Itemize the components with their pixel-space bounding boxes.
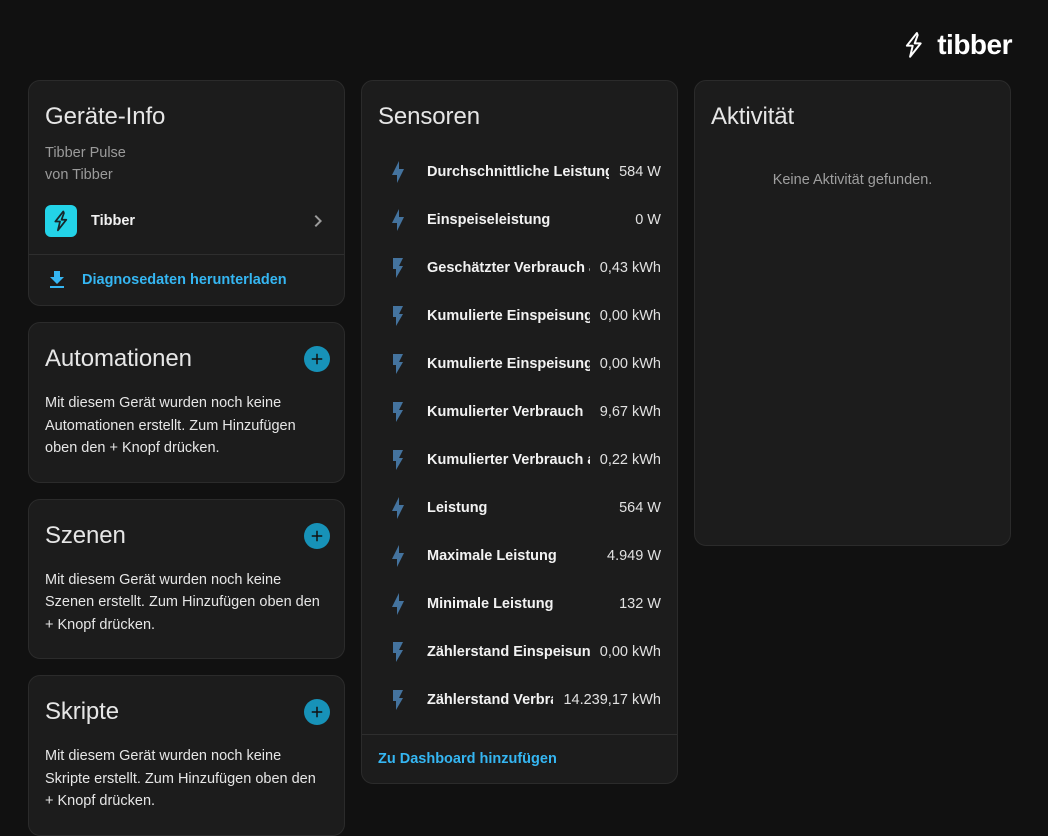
tibber-integration-icon [45, 205, 77, 237]
scripts-empty-text: Mit diesem Gerät wurden noch keine Skrip… [29, 737, 344, 835]
sensor-row[interactable]: Kumulierte Einspeisung l… 0,00 kWh [362, 340, 677, 388]
device-info-title: Geräte-Info [29, 81, 344, 142]
sensor-value: 4.949 W [607, 548, 661, 564]
flash-icon [378, 296, 418, 336]
sensor-value: 584 W [619, 164, 661, 180]
sensor-value: 14.239,17 kWh [563, 692, 661, 708]
flash-icon [378, 440, 418, 480]
scripts-title: Skripte [29, 676, 304, 737]
lightning-bolt-icon [378, 152, 418, 192]
sensors-card: Sensoren Durchschnittliche Leistung 584 W… [361, 80, 678, 784]
activity-empty-text: Keine Aktivität gefunden. [695, 172, 1010, 188]
lightning-bolt-icon [378, 536, 418, 576]
plus-icon [308, 703, 326, 721]
device-manufacturer: von Tibber [29, 164, 344, 186]
add-automation-button[interactable] [304, 346, 330, 372]
sensor-row[interactable]: Kumulierte Einspeisung 0,00 kWh [362, 292, 677, 340]
flash-icon [378, 248, 418, 288]
scripts-card: Skripte Mit diesem Gerät wurden noch kei… [28, 675, 345, 836]
automations-title: Automationen [29, 323, 304, 384]
plus-icon [308, 527, 326, 545]
device-info-card: Geräte-Info Tibber Pulse von Tibber Tibb… [28, 80, 345, 306]
sensor-name: Kumulierter Verbrauch a… [427, 452, 590, 468]
tibber-wordmark: tibber [937, 31, 1012, 59]
sensor-name: Zählerstand Einspeisung [427, 644, 590, 660]
sensor-name: Kumulierte Einspeisung [427, 308, 590, 324]
sensor-value: 0,00 kWh [600, 356, 661, 372]
device-model: Tibber Pulse [29, 142, 344, 164]
flash-icon [378, 344, 418, 384]
sensor-list: Durchschnittliche Leistung 584 W Einspeise… [362, 142, 677, 734]
sensor-name: Geschätzter Verbrauch a… [427, 260, 590, 276]
activity-card: Aktivität Keine Aktivität gefunden. [694, 80, 1011, 546]
sensor-row[interactable]: Leistung 564 W [362, 484, 677, 532]
sensor-row[interactable]: Einspeiseleistung 0 W [362, 196, 677, 244]
flash-icon [378, 680, 418, 720]
sensor-value: 0,00 kWh [600, 644, 661, 660]
automations-card: Automationen Mit diesem Gerät wurden noc… [28, 322, 345, 483]
sensor-row[interactable]: Zählerstand Verbra… 14.239,17 kWh [362, 676, 677, 724]
sensor-row[interactable]: Kumulierter Verbrauch a… 0,22 kWh [362, 436, 677, 484]
tibber-logo-icon [900, 30, 928, 60]
scenes-title: Szenen [29, 500, 304, 561]
right-column: Aktivität Keine Aktivität gefunden. [694, 80, 1011, 546]
scenes-empty-text: Mit diesem Gerät wurden noch keine Szene… [29, 561, 344, 659]
sensors-title: Sensoren [362, 81, 677, 142]
sensor-row[interactable]: Kumulierter Verbrauch 9,67 kWh [362, 388, 677, 436]
plus-icon [308, 350, 326, 368]
scenes-card: Szenen Mit diesem Gerät wurden noch kein… [28, 499, 345, 660]
sensor-value: 9,67 kWh [600, 404, 661, 420]
sensor-row[interactable]: Minimale Leistung 132 W [362, 580, 677, 628]
add-scene-button[interactable] [304, 523, 330, 549]
sensor-name: Zählerstand Verbra… [427, 692, 553, 708]
sensor-value: 564 W [619, 500, 661, 516]
device-page: Geräte-Info Tibber Pulse von Tibber Tibb… [28, 80, 1011, 836]
page-header: tibber [900, 30, 1012, 60]
download-diagnostics-link[interactable]: Diagnosedaten herunterladen [29, 255, 344, 305]
sensor-row[interactable]: Geschätzter Verbrauch a… 0,43 kWh [362, 244, 677, 292]
sensor-value: 0,22 kWh [600, 452, 661, 468]
left-column: Geräte-Info Tibber Pulse von Tibber Tibb… [28, 80, 345, 836]
add-to-dashboard-link[interactable]: Zu Dashboard hinzufügen [362, 735, 677, 783]
sensor-name: Kumulierte Einspeisung l… [427, 356, 590, 372]
sensor-name: Minimale Leistung [427, 596, 609, 612]
integration-name: Tibber [91, 213, 292, 229]
sensor-name: Durchschnittliche Leistung [427, 164, 609, 180]
sensor-value: 0,00 kWh [600, 308, 661, 324]
sensor-value: 132 W [619, 596, 661, 612]
lightning-bolt-icon [378, 584, 418, 624]
flash-icon [378, 632, 418, 672]
flash-icon [378, 392, 418, 432]
automations-empty-text: Mit diesem Gerät wurden noch keine Autom… [29, 384, 344, 482]
sensor-name: Kumulierter Verbrauch [427, 404, 590, 420]
chevron-right-icon [306, 209, 330, 233]
lightning-bolt-icon [378, 200, 418, 240]
middle-column: Sensoren Durchschnittliche Leistung 584 W… [361, 80, 678, 784]
sensor-name: Leistung [427, 500, 609, 516]
sensor-value: 0,43 kWh [600, 260, 661, 276]
sensor-name: Maximale Leistung [427, 548, 597, 564]
sensor-name: Einspeiseleistung [427, 212, 625, 228]
lightning-bolt-icon [378, 488, 418, 528]
add-script-button[interactable] [304, 699, 330, 725]
integration-row[interactable]: Tibber [29, 186, 344, 254]
download-icon [45, 268, 69, 292]
activity-title: Aktivität [695, 81, 1010, 142]
sensor-row[interactable]: Durchschnittliche Leistung 584 W [362, 148, 677, 196]
sensor-row[interactable]: Maximale Leistung 4.949 W [362, 532, 677, 580]
sensor-value: 0 W [635, 212, 661, 228]
sensor-row[interactable]: Zählerstand Einspeisung 0,00 kWh [362, 628, 677, 676]
